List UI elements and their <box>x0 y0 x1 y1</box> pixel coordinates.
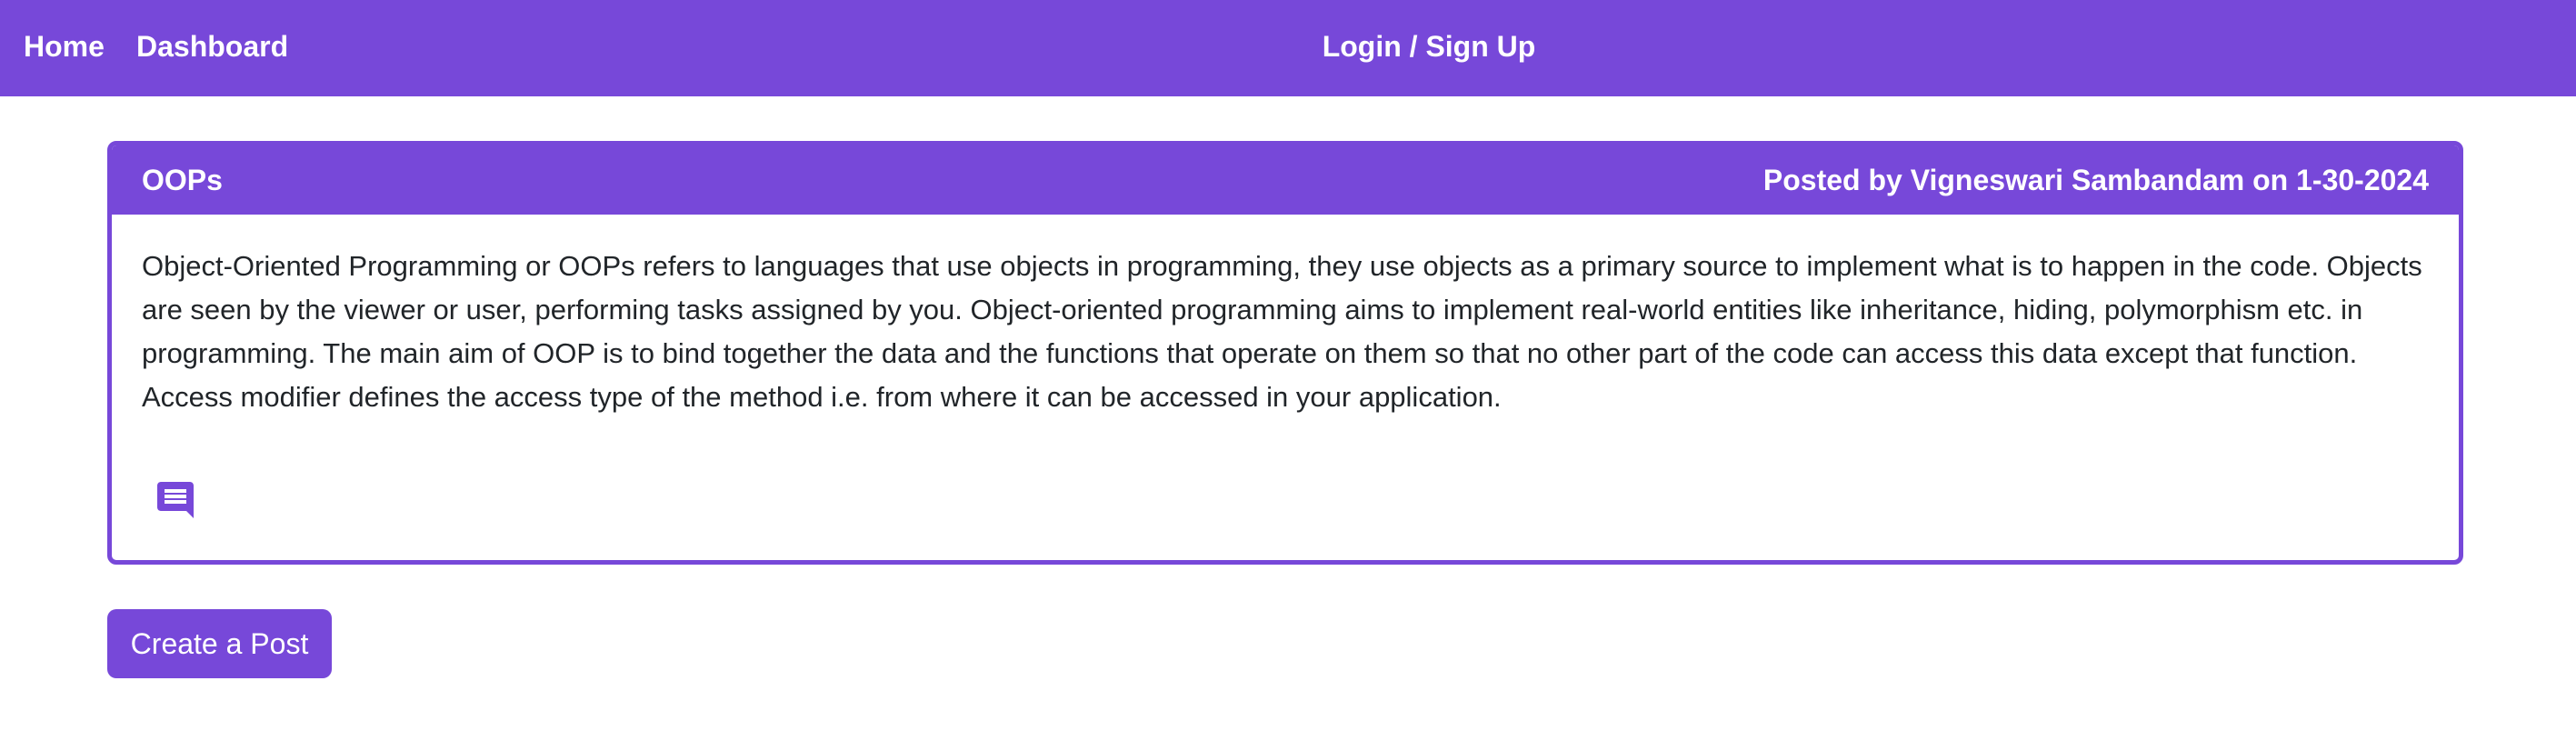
comment-icon[interactable] <box>154 478 197 522</box>
top-navbar: Home Dashboard Login / Sign Up <box>0 0 2576 96</box>
nav-login-signup-link[interactable]: Login / Sign Up <box>1227 0 1631 93</box>
nav-home-link[interactable]: Home <box>24 0 105 93</box>
post-card: OOPs Posted by Vigneswari Sambandam on 1… <box>107 141 2463 565</box>
nav-dashboard-link[interactable]: Dashboard <box>136 0 288 93</box>
post-header: OOPs Posted by Vigneswari Sambandam on 1… <box>112 145 2459 215</box>
post-body: Object-Oriented Programming or OOPs refe… <box>142 250 2422 413</box>
post-author-date: Posted by Vigneswari Sambandam on 1-30-2… <box>1762 164 2429 196</box>
create-post-button[interactable]: Create a Post <box>107 609 332 678</box>
post-title: OOPs <box>142 164 223 196</box>
comment-icon-graphic <box>157 482 194 518</box>
